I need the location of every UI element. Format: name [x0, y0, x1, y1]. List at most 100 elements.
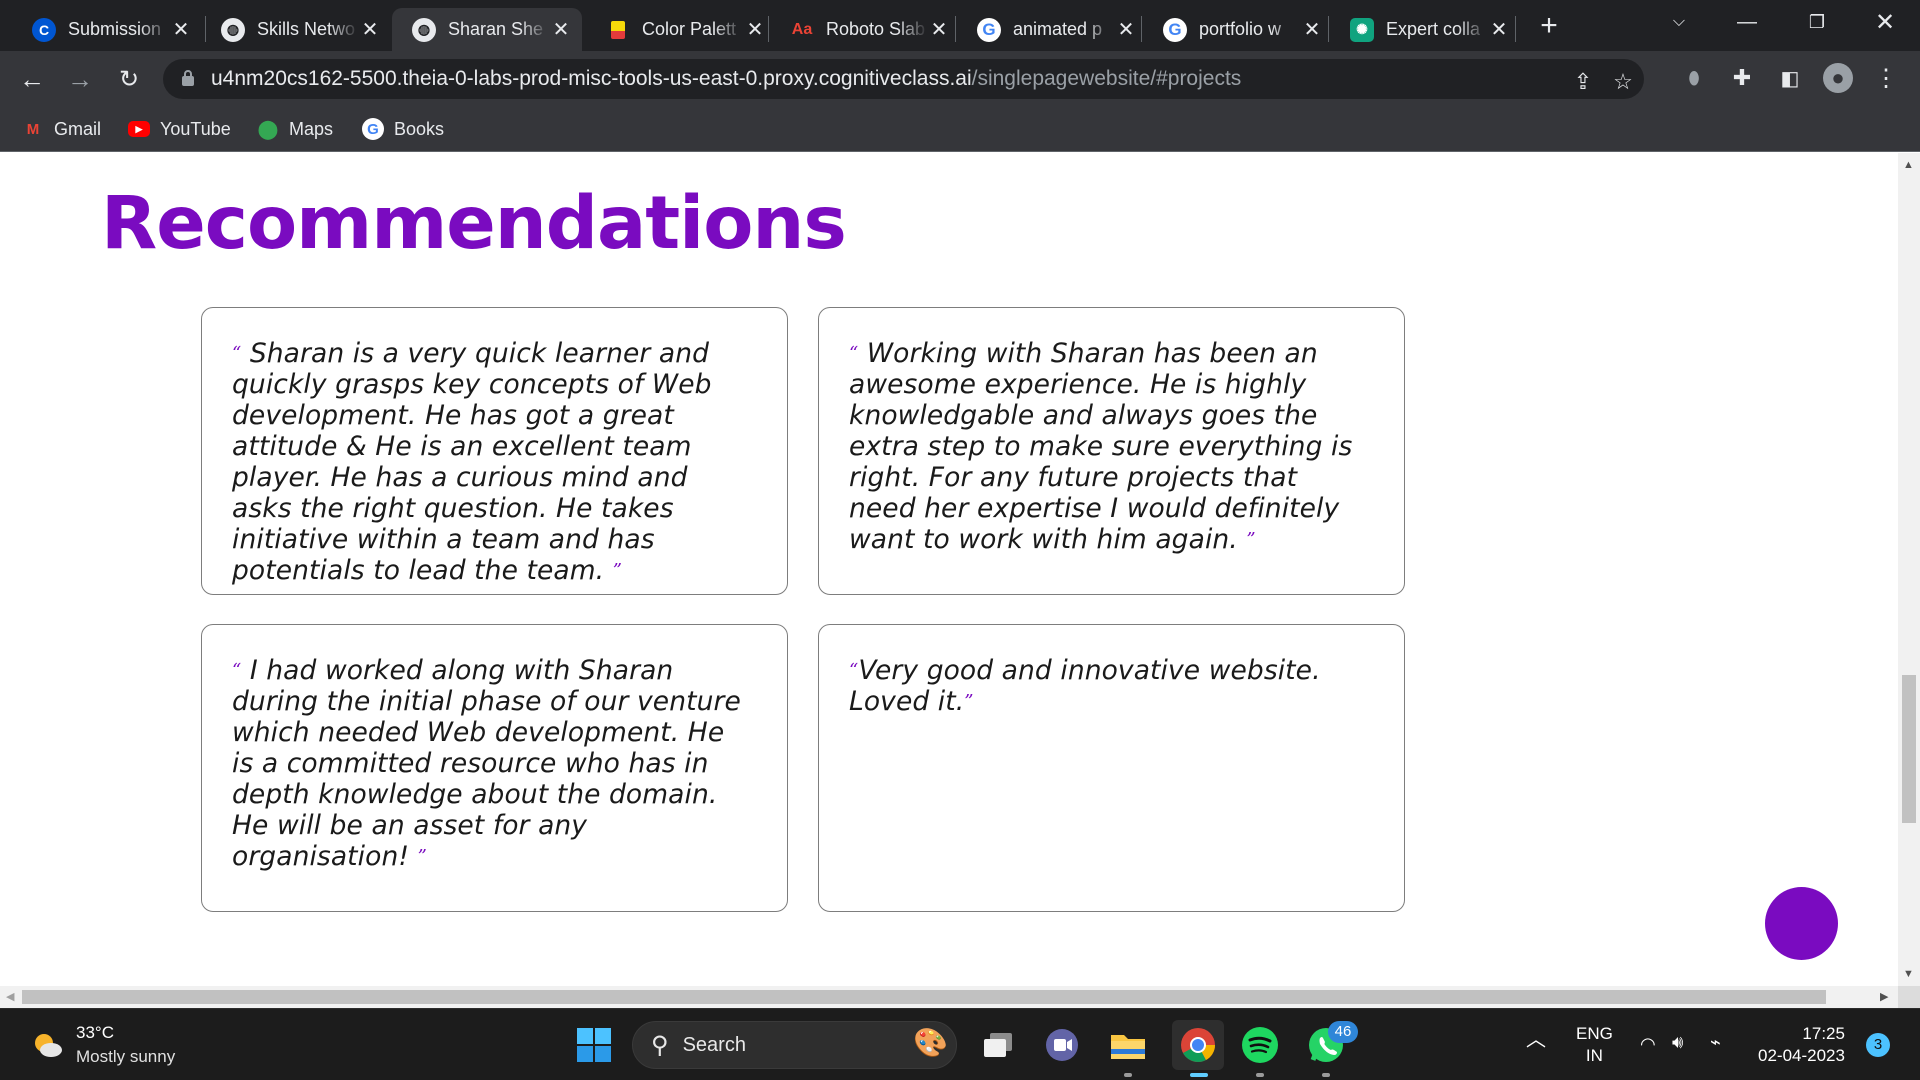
bookmark-gmail[interactable]: M Gmail: [22, 116, 101, 142]
recommendation-card: “ Sharan is a very quick learner and qui…: [201, 307, 788, 595]
taskbar-search-box[interactable]: ⚲ Search 🎨: [632, 1021, 957, 1069]
close-icon[interactable]: ✕: [928, 19, 950, 41]
close-icon[interactable]: ✕: [1488, 19, 1510, 41]
recommendation-quote: “ Working with Sharan has been an awesom…: [849, 338, 1370, 555]
close-icon[interactable]: ✕: [359, 19, 381, 41]
reload-button[interactable]: ↻: [113, 63, 145, 95]
extension-icon[interactable]: ⬮: [1679, 63, 1709, 93]
page-viewport: Recommendations “ Sharan is a very quick…: [0, 153, 1898, 986]
language-indicator[interactable]: ENG IN: [1576, 1023, 1613, 1067]
close-icon[interactable]: ✕: [550, 19, 572, 41]
url-path: /singlepagewebsite/#projects: [971, 67, 1242, 90]
show-hidden-icons-chevron-icon[interactable]: ︿: [1526, 1029, 1546, 1051]
recommendation-card: “ Working with Sharan has been an awesom…: [818, 307, 1405, 595]
weather-description[interactable]: Mostly sunny: [76, 1047, 175, 1067]
region-code: IN: [1585, 1046, 1603, 1065]
tab-expert-collab[interactable]: ✺ Expert colla ✕: [1330, 8, 1520, 51]
bookmark-label: Maps: [289, 118, 334, 139]
close-quote-mark: ”: [964, 691, 974, 712]
windows-taskbar: 33°C Mostly sunny ⚲ Search 🎨 46 ︿ ENG IN…: [0, 1008, 1920, 1080]
side-panel-icon[interactable]: ◧: [1775, 63, 1805, 93]
back-button[interactable]: ←: [16, 63, 48, 95]
lock-icon[interactable]: [181, 69, 195, 87]
google-g-icon: G: [1163, 17, 1187, 42]
restore-button[interactable]: ❐: [1790, 0, 1844, 44]
recommendation-quote: “Very good and innovative website. Loved…: [849, 655, 1370, 717]
sun-weather-icon[interactable]: [30, 1027, 64, 1061]
volume-icon[interactable]: 🔊︎: [1672, 1031, 1683, 1053]
minimize-button[interactable]: —: [1720, 0, 1774, 44]
open-quote-mark: “: [849, 660, 859, 681]
vertical-scrollbar[interactable]: ▲ ▼: [1898, 153, 1920, 986]
close-quote-mark: ”: [417, 846, 427, 867]
chrome-icon[interactable]: [1172, 1020, 1224, 1070]
gmail-icon: M: [26, 120, 40, 138]
scroll-up-arrow-icon[interactable]: ▲: [1903, 159, 1914, 171]
battery-charging-icon[interactable]: ⌁: [1710, 1031, 1721, 1053]
spotify-icon[interactable]: [1238, 1023, 1282, 1067]
scroll-down-arrow-icon[interactable]: ▼: [1903, 968, 1914, 980]
vertical-scroll-thumb[interactable]: [1902, 675, 1916, 823]
tab-title: Expert colla: [1386, 19, 1481, 39]
task-view-icon[interactable]: [976, 1023, 1020, 1067]
clock-time: 17:25: [1802, 1024, 1845, 1043]
extensions-puzzle-icon[interactable]: ✚: [1727, 63, 1757, 93]
close-icon[interactable]: ✕: [744, 19, 766, 41]
language-code: ENG: [1576, 1024, 1613, 1043]
floating-action-button[interactable]: [1765, 887, 1838, 960]
scroll-left-arrow-icon[interactable]: ◀: [6, 990, 14, 1003]
horizontal-scrollbar[interactable]: ◀ ▶: [0, 986, 1898, 1008]
close-icon[interactable]: ✕: [170, 19, 192, 41]
search-highlight-icon: 🎨: [913, 1027, 948, 1058]
bookmark-label: YouTube: [160, 118, 231, 139]
profile-avatar-icon[interactable]: ●: [1823, 63, 1853, 93]
running-indicator: [1256, 1073, 1264, 1077]
scroll-right-arrow-icon[interactable]: ▶: [1880, 990, 1888, 1003]
share-icon[interactable]: ⇪: [1570, 69, 1596, 95]
address-bar[interactable]: u4nm20cs162-5500.theia-0-labs-prod-misc-…: [163, 59, 1644, 99]
menu-kebab-icon[interactable]: ⋮: [1871, 63, 1901, 93]
tab-portfolio[interactable]: G portfolio w ✕: [1143, 8, 1333, 51]
wifi-icon[interactable]: ◠: [1640, 1033, 1656, 1055]
tab-roboto-slab[interactable]: Aa Roboto Slab ✕: [770, 8, 960, 51]
bookmark-star-icon[interactable]: ☆: [1610, 69, 1636, 95]
tab-submission[interactable]: C Submission ✕: [12, 8, 202, 51]
close-icon[interactable]: ✕: [1115, 19, 1137, 41]
coursera-c-icon: C: [32, 17, 56, 42]
windows-start-icon[interactable]: [572, 1023, 616, 1067]
window-close-button[interactable]: ✕: [1858, 0, 1912, 44]
tab-title: Sharan She: [448, 19, 544, 39]
close-icon[interactable]: ✕: [1301, 19, 1323, 41]
bookmark-maps[interactable]: ⬤ Maps: [257, 116, 333, 142]
bookmark-books[interactable]: G Books: [362, 116, 444, 142]
browser-tab-strip: C Submission ✕ ◍ Skills Netwo ✕ ◍ Sharan…: [0, 0, 1920, 51]
url-host: u4nm20cs162-5500.theia-0-labs-prod-misc-…: [211, 67, 972, 90]
new-tab-button[interactable]: +: [1533, 9, 1565, 42]
tab-search-chevron-icon[interactable]: ⌵: [1652, 0, 1706, 44]
weather-temperature[interactable]: 33°C: [76, 1023, 114, 1043]
recommendation-card: “ I had worked along with Sharan during …: [201, 624, 788, 912]
google-g-icon: G: [362, 118, 384, 140]
clock[interactable]: 17:25 02-04-2023: [1758, 1023, 1845, 1067]
tab-sharan-shetty[interactable]: ◍ Sharan She ✕: [392, 8, 582, 51]
tab-title: Color Palett: [642, 19, 737, 39]
tab-title: Roboto Slab: [826, 19, 926, 39]
recommendation-quote: “ Sharan is a very quick learner and qui…: [232, 338, 753, 586]
tab-animated[interactable]: G animated p ✕: [957, 8, 1147, 51]
bookmarks-bar: M Gmail ▶ YouTube ⬤ Maps G Books: [0, 106, 1920, 152]
tab-color-palette[interactable]: Color Palett ✕: [586, 8, 776, 51]
active-indicator: [1190, 1073, 1208, 1077]
forward-button[interactable]: →: [64, 63, 96, 95]
tab-separator: [1328, 16, 1329, 42]
bookmark-youtube[interactable]: ▶ YouTube: [128, 116, 231, 142]
whatsapp-notification-badge: 46: [1328, 1021, 1358, 1043]
palette-icon: [611, 20, 625, 39]
horizontal-scroll-thumb[interactable]: [22, 990, 1826, 1004]
tab-skills-network[interactable]: ◍ Skills Netwo ✕: [201, 8, 391, 51]
notification-count-badge[interactable]: 3: [1866, 1033, 1890, 1057]
teams-chat-icon[interactable]: [1040, 1023, 1084, 1067]
file-explorer-icon[interactable]: [1106, 1023, 1150, 1067]
globe-icon: ◍: [412, 17, 436, 42]
tab-separator: [955, 16, 956, 42]
running-indicator: [1322, 1073, 1330, 1077]
